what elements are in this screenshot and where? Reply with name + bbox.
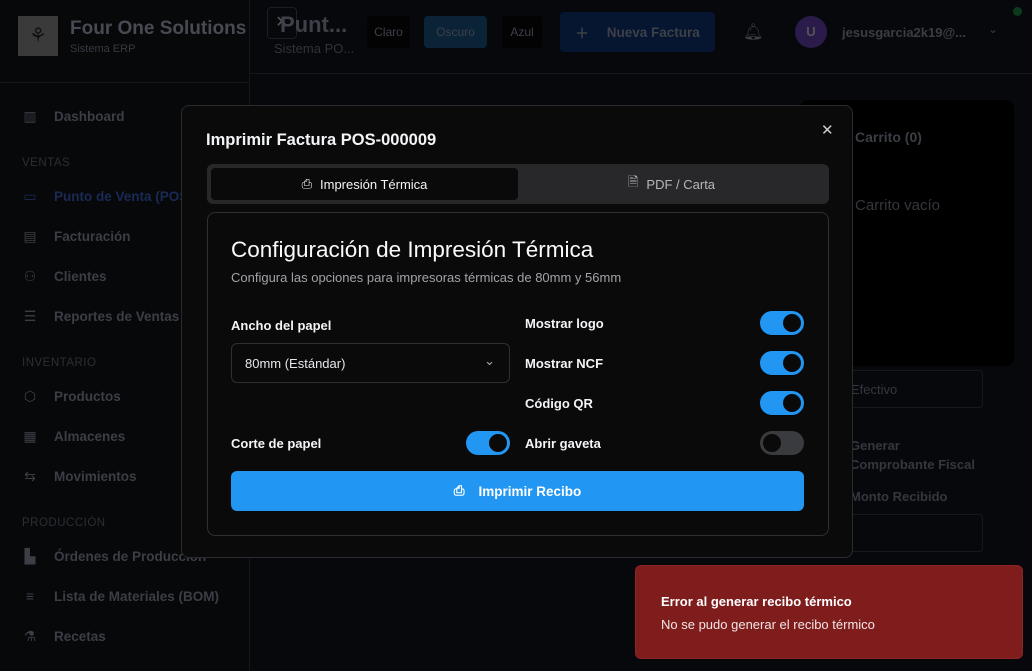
open-drawer-label: Abrir gaveta (525, 436, 601, 451)
thermal-config-card: Configuración de Impresión Térmica Confi… (207, 212, 829, 536)
config-description: Configura las opciones para impresoras t… (231, 270, 622, 285)
user-email[interactable]: jesusgarcia2k19@... (842, 25, 966, 40)
tab-thermal[interactable]: ⎙ Impresión Térmica (211, 168, 518, 200)
print-tabs: ⎙ Impresión Térmica 🗎︎ PDF / Carta (207, 164, 829, 204)
print-receipt-button[interactable]: ⎙ Imprimir Recibo (231, 471, 804, 511)
modal-title: Imprimir Factura POS-000009 (206, 131, 437, 149)
credit-card-icon: ▭ (23, 188, 37, 204)
cart-empty: Carrito vacío (855, 197, 941, 214)
chevron-down-icon[interactable]: ⌄ (988, 22, 998, 36)
sidebar-item-bom[interactable]: ≡ Lista de Materiales (BOM) (22, 588, 219, 604)
arrows-icon: ⇆ (24, 468, 36, 484)
report-icon: ☰ (23, 308, 37, 324)
toast-message: No se pudo generar el recibo térmico (661, 617, 875, 632)
printer-icon: ⎙ (453, 483, 465, 498)
file-icon: 🗎︎ (627, 174, 639, 189)
sidebar-item-reportes[interactable]: ☰ Reportes de Ventas (22, 308, 180, 325)
online-indicator (1013, 7, 1022, 16)
tab-pdf[interactable]: 🗎︎ PDF / Carta (518, 168, 825, 200)
sidebar-item-ordenes[interactable]: ▙ Órdenes de Producción (22, 548, 207, 565)
qr-code-toggle[interactable] (760, 391, 804, 415)
list-icon: ≡ (25, 588, 35, 604)
chart-icon: ▥ (23, 108, 37, 124)
open-drawer-toggle[interactable] (760, 431, 804, 455)
theme-oscuro-button[interactable]: Oscuro (424, 16, 487, 48)
flask-icon: ⚗ (23, 628, 37, 644)
avatar[interactable]: U (795, 16, 827, 48)
sidebar-item-pos[interactable]: ▭ Punto de Venta (POS) (22, 188, 192, 205)
users-icon: ⚇ (23, 268, 37, 284)
config-heading: Configuración de Impresión Térmica (231, 237, 594, 262)
show-ncf-toggle[interactable] (760, 351, 804, 375)
qr-code-label: Código QR (525, 396, 593, 411)
sidebar-item-dashboard[interactable]: ▥ Dashboard (22, 108, 124, 125)
warehouse-icon: ▦ (23, 428, 37, 444)
sidebar-item-almacenes[interactable]: ▦ Almacenes (22, 428, 125, 445)
paper-cut-label: Corte de papel (231, 436, 322, 451)
factory-icon: ▙ (24, 548, 36, 564)
chevron-down-icon: ⌄ (484, 353, 495, 368)
printer-icon: ⎙ (301, 176, 312, 191)
sidebar-item-productos[interactable]: ⬡ Productos (22, 388, 121, 405)
sidebar-item-facturacion[interactable]: ▤ Facturación (22, 228, 130, 245)
theme-claro-button[interactable]: Claro (367, 16, 410, 48)
error-toast: Error al generar recibo térmico No se pu… (635, 565, 1023, 659)
print-modal: Imprimir Factura POS-000009 ✕ ⎙ Impresión… (181, 105, 853, 558)
section-produccion: PRODUCCIÓN (22, 517, 106, 529)
page-subtitle: Sistema PO... (274, 41, 355, 56)
topbar: ✕ Punt... Sistema PO... Claro Oscuro Azu… (250, 0, 1032, 74)
page-title: Punt... (280, 12, 348, 37)
box-icon: ⬡ (23, 388, 37, 404)
logo: ⚘ (18, 16, 58, 56)
paper-width-label: Ancho del papel (231, 318, 332, 333)
section-ventas: VENTAS (22, 157, 71, 169)
section-inventario: INVENTARIO (22, 357, 97, 369)
fiscal-label: Generar Comprobante Fiscal (850, 438, 975, 472)
bell-icon[interactable]: 🔔︎ (743, 22, 763, 42)
show-logo-label: Mostrar logo (525, 316, 604, 331)
theme-azul-button[interactable]: Azul (502, 16, 542, 48)
paper-width-select[interactable]: 80mm (Estándar) ⌄ (231, 343, 510, 383)
new-invoice-button[interactable]: ＋ Nueva Factura (560, 12, 715, 52)
plus-icon: ＋ (575, 26, 589, 41)
sidebar-item-movimientos[interactable]: ⇆ Movimientos (22, 468, 136, 485)
sidebar-item-clientes[interactable]: ⚇ Clientes (22, 268, 107, 285)
toast-title: Error al generar recibo térmico (661, 594, 852, 609)
close-icon[interactable]: ✕ (821, 121, 834, 139)
file-icon: ▤ (23, 228, 37, 244)
brand-subtitle: Sistema ERP (70, 43, 136, 55)
show-logo-toggle[interactable] (760, 311, 804, 335)
cart-title: Carrito (0) (855, 129, 922, 145)
show-ncf-label: Mostrar NCF (525, 356, 604, 371)
brand: ⚘ Four One Solutions Sistema ERP (0, 0, 250, 83)
sidebar-item-recetas[interactable]: ⚗ Recetas (22, 628, 106, 645)
brand-name: Four One Solutions (70, 18, 247, 39)
received-label: Monto Recibido (850, 489, 948, 504)
paper-cut-toggle[interactable] (466, 431, 510, 455)
